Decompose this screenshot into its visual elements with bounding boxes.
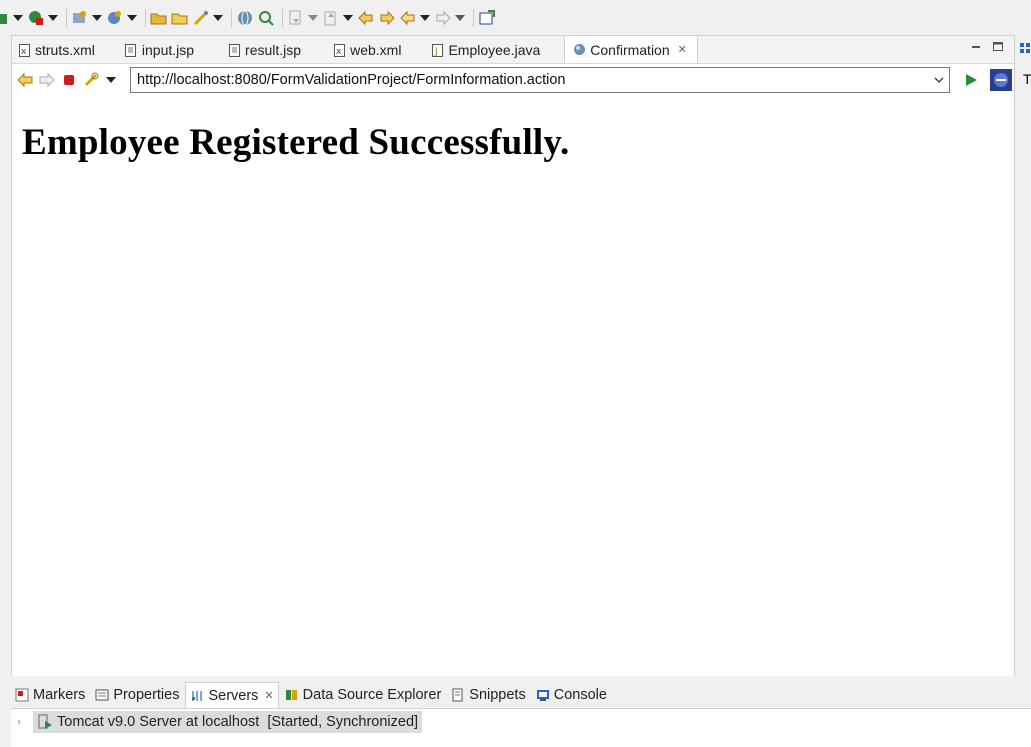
new-web-service-icon[interactable]	[106, 9, 124, 27]
chevron-down-icon[interactable]	[420, 9, 430, 27]
console-icon	[536, 688, 550, 702]
browser-toolbar: http://localhost:8080/FormValidationProj…	[12, 65, 1014, 95]
tab-servers[interactable]: Servers ✕	[185, 682, 279, 708]
chevron-down-icon[interactable]	[455, 9, 465, 27]
forward-icon[interactable]	[434, 9, 452, 27]
back-icon[interactable]	[399, 9, 417, 27]
refresh-icon[interactable]	[82, 71, 100, 89]
expand-arrow-icon[interactable]: ›	[17, 715, 21, 728]
tab-properties[interactable]: Properties	[91, 682, 183, 708]
new-icon[interactable]	[0, 9, 10, 27]
open-task-icon[interactable]	[192, 9, 210, 27]
chevron-down-icon[interactable]	[102, 71, 120, 89]
open-folder-icon[interactable]	[171, 9, 189, 27]
chevron-down-icon[interactable]	[48, 9, 58, 27]
chevron-down-icon[interactable]	[343, 9, 353, 27]
search-icon[interactable]	[257, 9, 275, 27]
page-heading: Employee Registered Successfully.	[22, 122, 570, 163]
chevron-down-icon[interactable]	[13, 9, 23, 27]
tab-label: Confirmation	[590, 41, 670, 58]
jsp-file-icon	[228, 43, 240, 57]
tab-markers[interactable]: Markers	[11, 682, 89, 708]
tab-employee-java[interactable]: J Employee.java	[411, 37, 550, 63]
server-label: Tomcat v9.0 Server at localhost [Started…	[57, 714, 419, 730]
data-source-icon	[285, 688, 299, 702]
tab-label: struts.xml	[35, 42, 95, 58]
tab-result-jsp[interactable]: result.jsp	[204, 37, 311, 63]
svg-text:x: x	[336, 47, 342, 57]
toolbar-separator	[473, 9, 474, 27]
tab-label: input.jsp	[141, 42, 195, 58]
eclipse-browser-icon[interactable]	[990, 69, 1012, 91]
main-toolbar	[0, 0, 1031, 36]
server-item[interactable]: Tomcat v9.0 Server at localhost [Started…	[33, 711, 423, 733]
tab-label: web.xml	[350, 42, 402, 58]
chevron-down-icon[interactable]	[933, 73, 945, 87]
go-icon[interactable]	[962, 71, 980, 89]
bottom-panel: Markers Properties Servers ✕ Data Source…	[11, 680, 1031, 747]
toolbar-separator	[231, 9, 232, 27]
globe-icon	[573, 43, 586, 57]
toolbar-separator	[145, 9, 146, 27]
tab-input-jsp[interactable]: input.jsp	[105, 37, 204, 63]
web-browser-icon[interactable]	[236, 9, 254, 27]
forward-edit-location-icon[interactable]	[378, 9, 396, 27]
svg-text:J: J	[434, 47, 438, 57]
stop-icon[interactable]	[60, 71, 78, 89]
url-field[interactable]: http://localhost:8080/FormValidationProj…	[130, 67, 950, 93]
last-edit-location-icon[interactable]	[357, 9, 375, 27]
tab-label: Properties	[113, 687, 180, 703]
maximize-icon[interactable]	[992, 41, 1004, 53]
xml-file-icon: x	[18, 43, 30, 57]
close-icon[interactable]: ✕	[264, 689, 273, 702]
tab-label: Markers	[33, 687, 86, 703]
open-type-icon[interactable]	[150, 9, 168, 27]
tab-snippets[interactable]: Snippets	[447, 682, 529, 708]
tab-console[interactable]: Console	[532, 682, 611, 708]
java-file-icon: J	[431, 43, 443, 57]
tab-web-xml[interactable]: x web.xml	[311, 37, 411, 63]
browser-content: Employee Registered Successfully.	[12, 96, 1014, 676]
bottom-tab-bar: Markers Properties Servers ✕ Data Source…	[11, 682, 613, 708]
chevron-down-icon[interactable]	[92, 9, 102, 27]
forward-icon[interactable]	[38, 71, 56, 89]
tab-confirmation[interactable]: Confirmation ✕	[564, 35, 698, 63]
servers-icon	[190, 689, 204, 703]
tab-label: Employee.java	[448, 42, 541, 58]
tab-label: result.jsp	[245, 42, 302, 58]
previous-annotation-icon[interactable]	[322, 9, 340, 27]
tab-label: Snippets	[469, 687, 526, 703]
svg-text:x: x	[21, 47, 27, 57]
run-config-icon[interactable]	[27, 9, 45, 27]
tab-label: Data Source Explorer	[302, 687, 442, 703]
xml-file-icon: x	[333, 43, 345, 57]
toolbar-separator	[66, 9, 67, 27]
url-text: http://localhost:8080/FormValidationProj…	[137, 72, 566, 88]
chevron-down-icon[interactable]	[127, 9, 137, 27]
chevron-down-icon[interactable]	[308, 9, 318, 27]
open-perspective-icon[interactable]	[478, 9, 496, 27]
back-icon[interactable]	[16, 71, 34, 89]
jsp-file-icon	[125, 43, 137, 57]
toolbar-separator	[282, 9, 283, 27]
minimize-icon[interactable]	[970, 41, 982, 53]
right-side-pane: T	[1016, 35, 1031, 676]
chevron-down-icon[interactable]	[213, 9, 223, 27]
close-icon[interactable]: ✕	[678, 43, 687, 56]
tab-struts-xml[interactable]: x struts.xml	[12, 37, 105, 63]
properties-icon	[95, 688, 109, 702]
panel-icon[interactable]	[1020, 43, 1030, 59]
tab-data-source-explorer[interactable]: Data Source Explorer	[281, 682, 446, 708]
new-server-icon[interactable]	[71, 9, 89, 27]
server-icon	[37, 714, 53, 730]
next-annotation-icon[interactable]	[287, 9, 305, 27]
snippets-icon	[451, 688, 465, 702]
tab-label: Servers	[208, 687, 259, 704]
pane-label: T	[1023, 71, 1031, 87]
servers-view: › Tomcat v9.0 Server at localhost [Start…	[11, 708, 1031, 747]
editor-area: x struts.xml input.jsp result.jsp x web.…	[11, 35, 1015, 676]
markers-icon	[15, 688, 29, 702]
tab-label: Console	[553, 687, 607, 703]
editor-tab-bar: x struts.xml input.jsp result.jsp x web.…	[12, 35, 1014, 64]
